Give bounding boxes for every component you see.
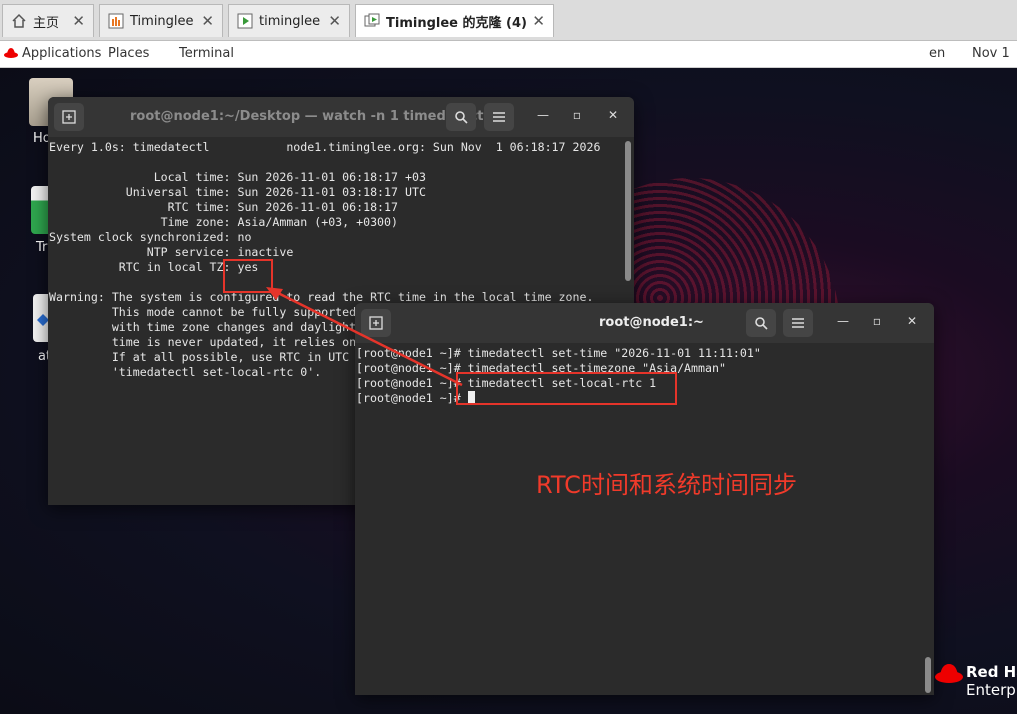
new-tab-button[interactable] — [54, 103, 84, 131]
new-tab-icon — [62, 110, 76, 124]
search-button[interactable] — [746, 309, 776, 337]
scrollbar-thumb[interactable] — [925, 657, 931, 693]
close-button[interactable]: ✕ — [604, 108, 622, 122]
gnome-top-bar: Applications Places Terminal en Nov 1 — [0, 41, 1017, 68]
window-title: root@node1:~/Desktop — watch -n 1 timeda… — [130, 109, 488, 124]
clock[interactable]: Nov 1 — [972, 46, 1010, 61]
redhat-brand-line1: Red Ha — [966, 663, 1017, 681]
tab-timinglee[interactable]: Timinglee ✕ — [99, 4, 223, 37]
command-line: [root@node1 ~]# timedatectl set-time "20… — [356, 346, 761, 360]
vm-clone-icon — [364, 13, 380, 29]
scrollbar-thumb[interactable] — [625, 141, 631, 281]
terminal-menu[interactable]: Terminal — [179, 46, 234, 61]
vm-icon — [108, 13, 124, 29]
output-line: NTP service: inactive — [49, 245, 294, 259]
applications-menu[interactable]: Applications — [22, 46, 101, 61]
output-line: Time zone: Asia/Amman (+03, +0300) — [49, 215, 399, 229]
language-indicator[interactable]: en — [929, 46, 945, 61]
tab-timinglee-2[interactable]: timinglee ✕ — [228, 4, 350, 37]
redhat-logo-icon — [934, 662, 964, 684]
hamburger-icon — [493, 112, 505, 122]
annotation-label: RTC时间和系统时间同步 — [536, 471, 797, 499]
output-line: System clock synchronized: no — [49, 230, 252, 244]
output-line: RTC time: Sun 2026-11-01 06:18:17 — [49, 200, 399, 214]
places-menu[interactable]: Places — [108, 46, 149, 61]
hamburger-icon — [792, 318, 804, 328]
window-titlebar[interactable]: root@node1:~/Desktop — watch -n 1 timeda… — [48, 97, 634, 137]
new-tab-button[interactable] — [361, 309, 391, 337]
close-icon[interactable]: ✕ — [72, 12, 85, 30]
tab-timinglee-clone[interactable]: Timinglee 的克隆 (4) ✕ — [355, 4, 554, 37]
close-icon[interactable]: ✕ — [532, 12, 545, 30]
output-line: Universal time: Sun 2026-11-01 03:18:17 … — [49, 185, 426, 199]
maximize-button[interactable]: ▫ — [568, 108, 586, 122]
search-icon — [755, 317, 768, 330]
search-button[interactable] — [446, 103, 476, 131]
minimize-button[interactable]: — — [834, 314, 852, 328]
prompt-text: [root@node1 ~]# — [356, 391, 468, 405]
output-line: Every 1.0s: timedatectl node1.timinglee.… — [49, 140, 601, 154]
redhat-menu-icon — [4, 47, 18, 63]
vm-running-icon — [237, 13, 253, 29]
menu-button[interactable] — [484, 103, 514, 131]
tab-home[interactable]: 主页 ✕ — [2, 4, 94, 37]
search-icon — [455, 111, 468, 124]
annotation-box-yes — [223, 259, 273, 293]
window-title: root@node1:~ — [599, 315, 704, 330]
window-titlebar[interactable]: root@node1:~ — ▫ ✕ — [355, 303, 934, 343]
desktop-label-trash: Tr — [36, 240, 48, 255]
vm-tab-bar: 主页 ✕ Timinglee ✕ timinglee ✕ Timinglee 的… — [0, 0, 1017, 41]
redhat-brand-line2: Enterp — [966, 681, 1016, 699]
close-button[interactable]: ✕ — [903, 314, 921, 328]
new-tab-icon — [369, 316, 383, 330]
maximize-button[interactable]: ▫ — [868, 314, 886, 328]
annotation-box-command — [456, 372, 677, 405]
output-line: Local time: Sun 2026-11-01 06:18:17 +03 — [49, 170, 426, 184]
output-line: 'timedatectl set-local-rtc 0'. — [49, 365, 322, 379]
close-icon[interactable]: ✕ — [328, 12, 341, 30]
scrollbar[interactable] — [922, 343, 934, 695]
minimize-button[interactable]: — — [534, 108, 552, 122]
close-icon[interactable]: ✕ — [201, 12, 214, 30]
home-icon — [11, 13, 27, 29]
menu-button[interactable] — [783, 309, 813, 337]
